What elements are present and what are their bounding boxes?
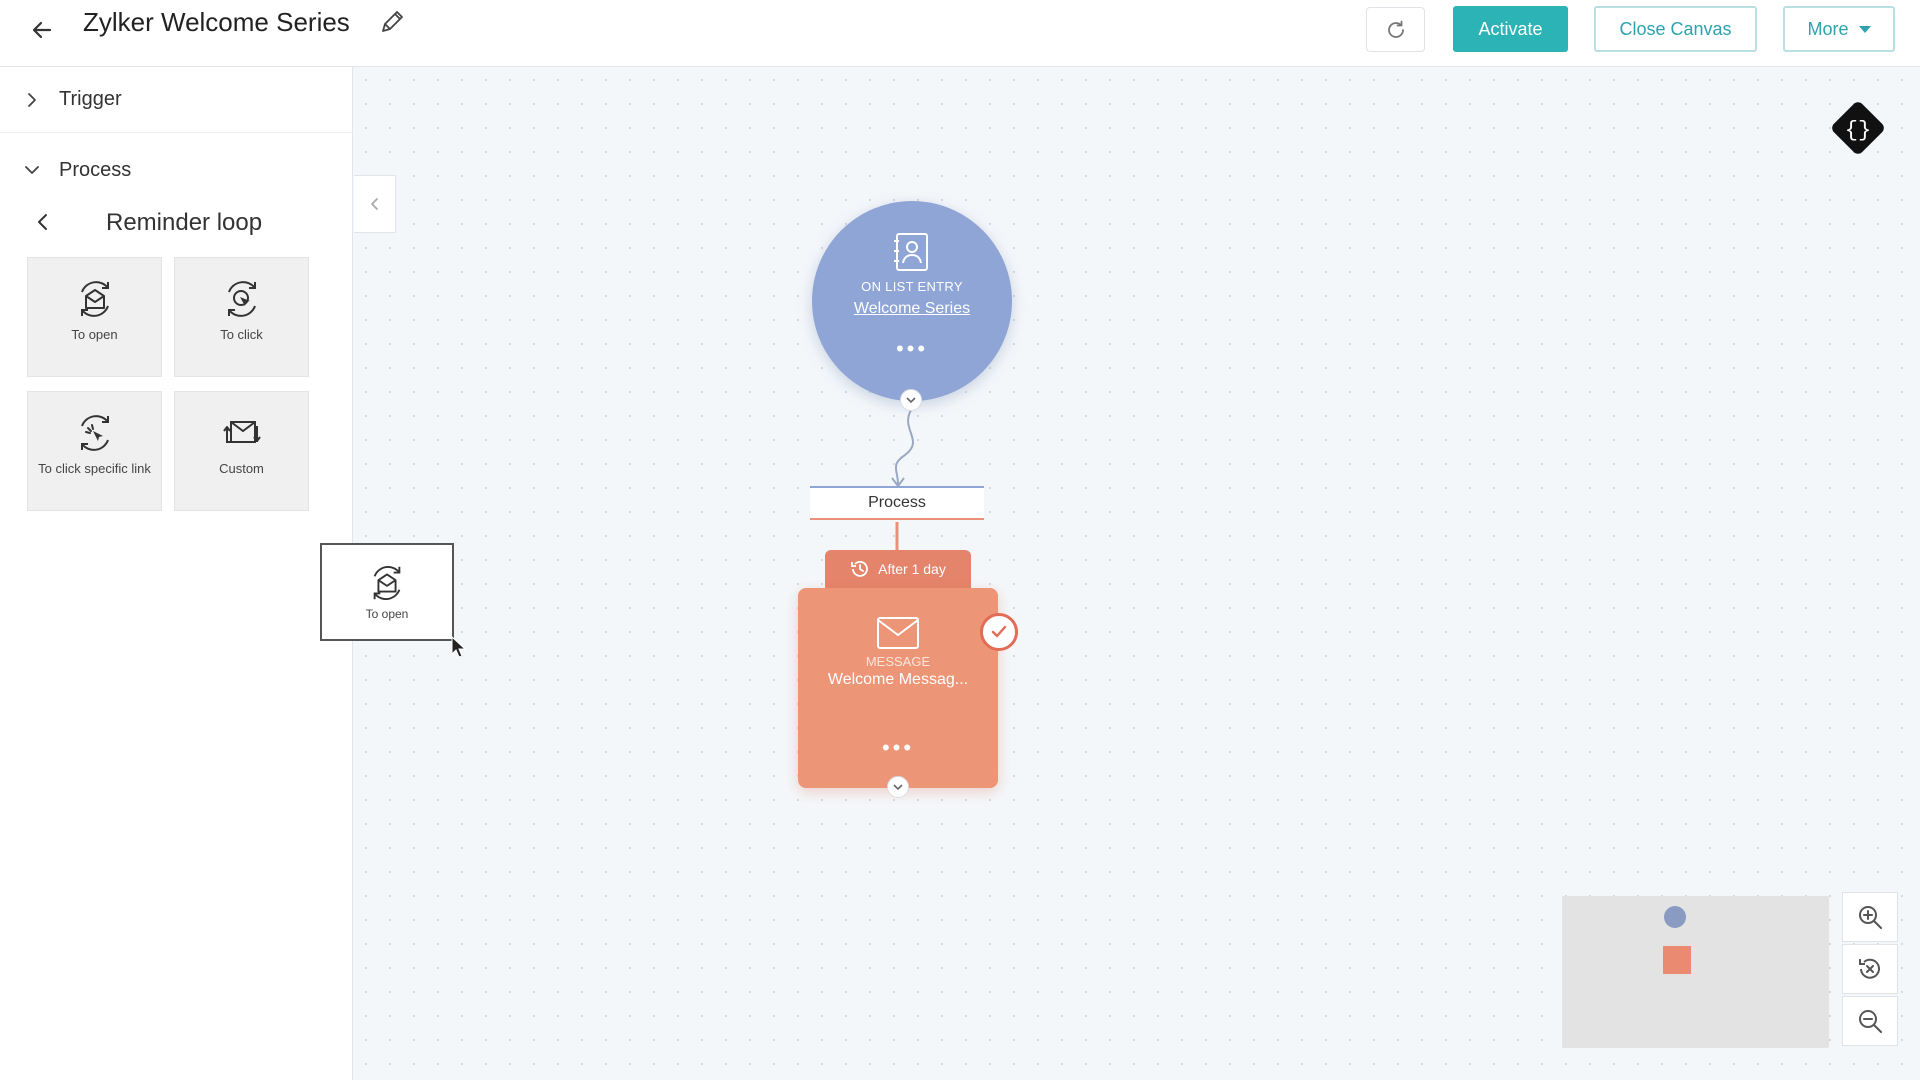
envelope-icon xyxy=(877,617,919,649)
sidebar-section-trigger[interactable]: Trigger xyxy=(0,67,353,133)
tile-label: To click specific link xyxy=(38,461,151,476)
zoom-out-icon xyxy=(1859,1010,1882,1033)
zoom-in-icon xyxy=(1859,906,1882,929)
tile-to-click[interactable]: To click xyxy=(174,257,309,377)
more-label: More xyxy=(1807,18,1849,39)
checkmark-icon xyxy=(991,625,1007,638)
zoom-in-button[interactable] xyxy=(1842,892,1898,942)
message-kicker: MESSAGE xyxy=(865,654,931,669)
message-node[interactable]: MESSAGE Welcome Messag... ••• xyxy=(798,588,998,788)
tile-to-click-specific-link[interactable]: To click specific link xyxy=(27,391,162,511)
envelope-open-loop-icon xyxy=(80,281,109,317)
dragged-tile-to-open[interactable]: To open xyxy=(320,543,454,641)
message-node-expand-button[interactable] xyxy=(887,776,909,798)
page-title: Zylker Welcome Series xyxy=(83,7,350,37)
arrow-left-icon xyxy=(32,21,52,39)
subsection-back-button[interactable] xyxy=(30,209,56,235)
minimap-trigger-node xyxy=(1664,906,1686,928)
more-dropdown-button[interactable]: More xyxy=(1783,6,1895,52)
tile-label: To click xyxy=(220,327,263,342)
chevron-down-icon xyxy=(906,397,916,404)
sidebar-section-label: Process xyxy=(59,158,132,181)
refresh-icon xyxy=(1387,20,1404,38)
code-braces-icon[interactable]: {} xyxy=(1826,96,1890,160)
chevron-left-icon xyxy=(370,198,378,210)
node-options-icon[interactable]: ••• xyxy=(882,737,914,759)
tile-label: Custom xyxy=(219,461,264,476)
component-sidebar: Trigger Process Reminder loop To open To… xyxy=(0,67,353,1080)
canvas-minimap[interactable] xyxy=(1562,896,1829,1048)
reset-zoom-icon xyxy=(1859,958,1880,979)
delay-label: After 1 day xyxy=(878,561,946,577)
collapse-sidebar-button[interactable] xyxy=(354,175,396,233)
clock-history-icon xyxy=(851,561,869,577)
trigger-list-link[interactable]: Welcome Series xyxy=(854,300,970,318)
node-options-icon[interactable]: ••• xyxy=(896,338,928,360)
tile-label: To open xyxy=(71,327,118,342)
caret-down-icon xyxy=(1858,25,1871,33)
chevron-left-icon xyxy=(38,214,47,230)
tile-to-open[interactable]: To open xyxy=(27,257,162,377)
tile-label: To open xyxy=(365,607,409,621)
message-status-badge xyxy=(980,613,1018,651)
sidebar-section-label: Trigger xyxy=(59,88,122,110)
chevron-right-icon xyxy=(28,92,36,107)
activate-button[interactable]: Activate xyxy=(1453,6,1568,52)
top-header: Zylker Welcome Series Activate Close Can… xyxy=(0,0,1920,67)
chevron-down-icon xyxy=(25,166,39,174)
trigger-kicker: ON LIST ENTRY xyxy=(861,279,963,294)
envelope-open-loop-icon xyxy=(373,566,401,600)
refresh-button[interactable] xyxy=(1366,7,1425,52)
trigger-node[interactable]: ON LIST ENTRY Welcome Series ••• xyxy=(812,201,1012,401)
back-button[interactable] xyxy=(26,14,58,46)
minimap-message-node xyxy=(1663,946,1691,974)
message-title: Welcome Messag... xyxy=(827,671,969,688)
mouse-cursor-icon xyxy=(451,636,467,658)
trigger-node-expand-button[interactable] xyxy=(900,389,922,411)
reminder-loop-header: Reminder loop xyxy=(0,199,353,245)
subsection-title: Reminder loop xyxy=(106,209,263,236)
sidebar-section-process[interactable]: Process xyxy=(0,137,353,203)
zoom-out-button[interactable] xyxy=(1842,996,1898,1046)
contact-list-icon xyxy=(894,233,928,271)
tile-custom[interactable]: Custom xyxy=(174,391,309,511)
pencil-icon xyxy=(382,11,403,32)
custom-loop-icon xyxy=(222,421,261,443)
close-canvas-button[interactable]: Close Canvas xyxy=(1594,6,1757,52)
process-divider-label: Process xyxy=(810,486,984,520)
reset-zoom-button[interactable] xyxy=(1842,944,1898,994)
edit-title-button[interactable] xyxy=(376,6,408,38)
svg-text:{}: {} xyxy=(1845,118,1871,143)
delay-chip[interactable]: After 1 day xyxy=(825,550,971,588)
chevron-down-icon xyxy=(893,784,903,791)
click-loop-icon xyxy=(227,281,256,317)
link-click-loop-icon xyxy=(80,415,109,451)
